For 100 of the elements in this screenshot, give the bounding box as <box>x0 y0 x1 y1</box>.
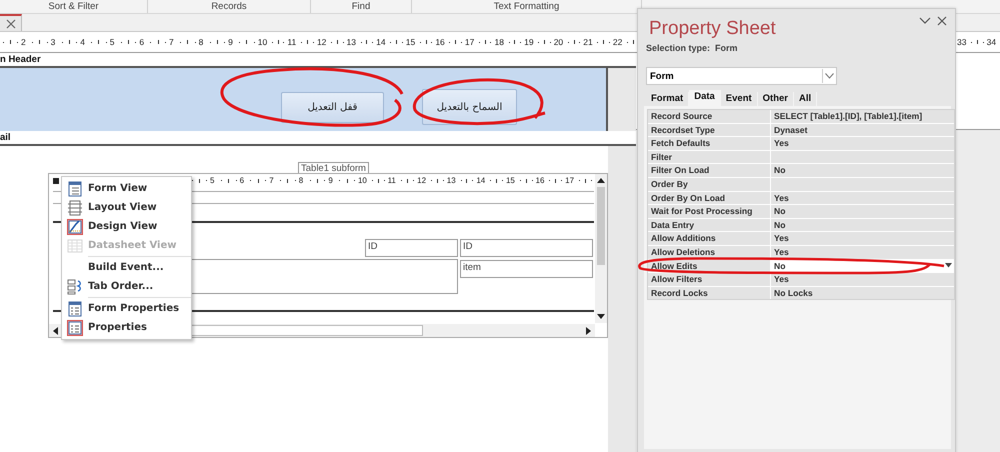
property-name: Wait for Post Processing <box>648 205 770 218</box>
ruler-number: 34 <box>986 37 996 47</box>
property-sheet-icon <box>67 300 83 316</box>
property-name: Allow Deletions <box>648 246 770 259</box>
ruler-number: 4 <box>80 37 85 47</box>
layout-icon <box>67 200 83 216</box>
menu-item[interactable]: Layout View <box>62 198 191 217</box>
ruler-number: 11 <box>388 176 396 186</box>
chevron-down-icon <box>919 17 931 25</box>
ruler-number: 8 <box>298 176 304 186</box>
text-box[interactable]: ID <box>460 239 593 257</box>
form-selector[interactable] <box>53 178 59 184</box>
design-icon <box>67 218 83 234</box>
ruler-number: 10 <box>258 37 268 47</box>
text-box[interactable]: item <box>460 260 593 278</box>
ruler-number: 15 <box>406 37 416 47</box>
ruler-number: 20 <box>554 37 564 47</box>
menu-item[interactable]: Form View <box>62 179 191 198</box>
close-icon <box>6 18 16 28</box>
command-button[interactable]: قفل التعديل <box>281 92 384 123</box>
property-value[interactable]: No Locks <box>771 286 954 300</box>
property-value[interactable]: Yes <box>771 137 954 150</box>
vertical-scrollbar[interactable] <box>595 174 607 323</box>
property-value[interactable]: Yes <box>771 192 954 204</box>
ruler-number: 6 <box>240 176 244 186</box>
ruler-number: 14 <box>376 37 386 47</box>
property-value[interactable]: No <box>771 205 954 218</box>
ruler-number: 18 <box>494 37 504 47</box>
document-tab[interactable] <box>0 14 22 31</box>
scroll-right-icon <box>586 326 592 334</box>
ruler-number: 21 <box>583 37 593 47</box>
ruler-number: 6 <box>139 37 144 47</box>
property-name: Fetch Defaults <box>648 137 770 150</box>
ruler-number: 11 <box>287 37 296 47</box>
tab[interactable]: Data <box>689 90 721 106</box>
property-name: Filter On Load <box>648 164 770 177</box>
command-button[interactable]: السماح بالتعديل <box>422 89 517 125</box>
ruler-number: 16 <box>435 37 445 47</box>
property-sheet-icon <box>67 320 83 336</box>
property-name: Record Locks <box>648 286 770 300</box>
ribbon-group-label: Records <box>148 0 311 13</box>
scroll-down-icon <box>597 314 605 320</box>
selection-type-label: Selection type: <box>646 43 710 53</box>
ruler-number: 9 <box>328 176 333 186</box>
property-value[interactable]: No <box>771 218 954 232</box>
ruler-number: 17 <box>464 37 474 47</box>
ruler-number: 13 <box>346 37 356 47</box>
property-value[interactable]: Yes <box>771 246 954 259</box>
scroll-left-icon <box>52 326 58 334</box>
section-header-bar: n Header <box>0 53 636 68</box>
property-name: Recordset Type <box>648 124 770 136</box>
ribbon-group-label: Sort & Filter <box>0 0 148 13</box>
property-name: Allow Additions <box>648 232 770 245</box>
menu-item[interactable]: Build Event... <box>62 258 191 277</box>
section-detail-bar: ail <box>0 131 636 146</box>
ribbon-group-label: Find <box>311 0 412 13</box>
ruler-number: 33 <box>957 37 966 47</box>
ruler-number: 22 <box>612 37 622 47</box>
property-value[interactable]: Yes <box>771 232 954 245</box>
property-name: Order By <box>648 178 770 191</box>
ruler-number: 2 <box>21 37 26 47</box>
tab-order-icon <box>67 278 83 294</box>
menu-item[interactable]: Form Properties <box>62 299 191 318</box>
form-icon <box>67 180 83 196</box>
ruler-number: 3 <box>50 37 56 47</box>
ruler-number: 16 <box>536 176 544 186</box>
ruler-number: 7 <box>269 176 274 186</box>
ruler-number: 17 <box>565 176 574 186</box>
ruler-number: 10 <box>358 176 367 186</box>
menu-item[interactable]: Design View <box>62 217 191 236</box>
tab[interactable]: Other <box>758 92 794 106</box>
ruler-number: 9 <box>228 37 233 47</box>
property-value[interactable]: Dynaset <box>771 124 954 136</box>
property-name: Filter <box>648 150 770 164</box>
ruler-number: 8 <box>198 37 204 47</box>
close-icon <box>937 16 947 26</box>
object-dropdown[interactable]: Form <box>646 67 837 85</box>
property-name: Record Source <box>648 110 770 123</box>
property-value[interactable]: Yes <box>771 273 954 286</box>
ruler-number: 14 <box>476 176 486 186</box>
ruler-number: 12 <box>316 37 326 47</box>
selection-type-value: Form <box>715 43 738 53</box>
ruler-number: 19 <box>524 37 534 47</box>
property-value[interactable]: SELECT [Table1].[ID], [Table1].[item] <box>771 110 954 123</box>
scroll-up-icon <box>597 177 605 183</box>
field-label: ID <box>365 239 458 257</box>
grid-icon <box>67 238 83 254</box>
property-name: Order By On Load <box>648 192 770 204</box>
dropdown-arrow-icon <box>945 263 952 268</box>
property-name: Allow Filters <box>648 273 770 286</box>
property-value[interactable]: No <box>771 164 954 177</box>
ruler-number: 12 <box>417 176 426 186</box>
ruler-number: 13 <box>446 176 456 186</box>
menu-item[interactable]: Tab Order... <box>62 277 191 296</box>
property-name: Data Entry <box>648 218 770 232</box>
ruler-number: 5 <box>110 37 115 47</box>
ruler-number: 5 <box>210 176 214 186</box>
panel-title: Property Sheet <box>649 18 776 40</box>
menu-item[interactable]: Properties <box>62 318 191 337</box>
chevron-down-icon <box>825 73 834 79</box>
